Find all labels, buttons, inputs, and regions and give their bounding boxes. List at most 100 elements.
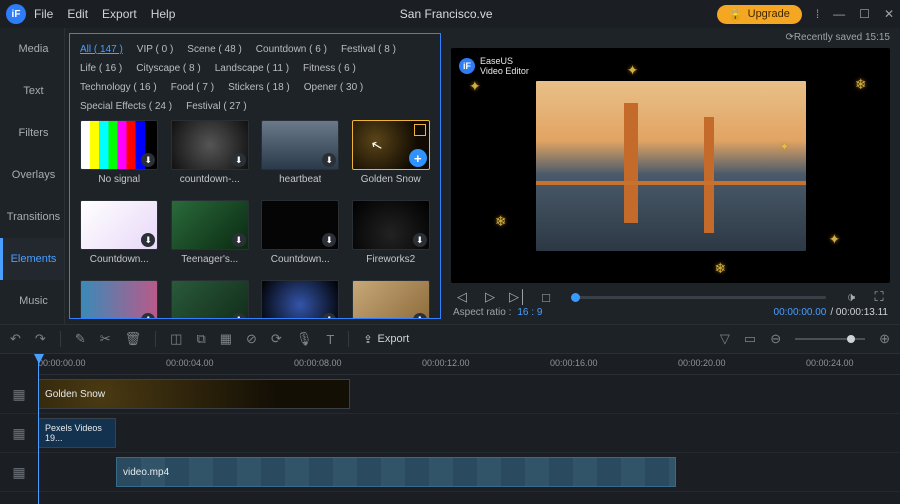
category-fitness[interactable]: Fitness ( 6 ) (303, 61, 356, 76)
thumb-countdown-[interactable]: ⬇Countdown... (78, 200, 161, 276)
category-life[interactable]: Life ( 16 ) (80, 61, 122, 76)
sidetab-media[interactable]: Media (0, 28, 64, 70)
rotate-icon[interactable]: ⟳ (271, 331, 282, 347)
ruler-tick: 00:00:12.00 (422, 358, 470, 368)
download-icon[interactable]: ⬇ (322, 153, 336, 167)
download-icon[interactable]: ⬇ (322, 233, 336, 247)
download-icon[interactable]: ⬇ (141, 313, 155, 318)
category-vip[interactable]: VIP ( 0 ) (137, 42, 174, 57)
fit-icon[interactable]: ▭ (744, 331, 756, 347)
export-button[interactable]: ⇪Export (363, 333, 409, 346)
thumb-label: Golden Snow (361, 174, 421, 185)
category-countdown[interactable]: Countdown ( 6 ) (256, 42, 327, 57)
seek-bar[interactable] (571, 296, 826, 299)
track-elements[interactable]: ▦ Golden Snow (0, 375, 900, 414)
prev-frame-icon[interactable]: ◁ (453, 289, 471, 305)
thumb-item-10[interactable]: ⬇ (259, 280, 342, 318)
zoom-slider[interactable] (795, 338, 865, 340)
split-icon[interactable]: ⧉ (196, 331, 205, 347)
sidetab-overlays[interactable]: Overlays (0, 154, 64, 196)
next-frame-icon[interactable]: ▷│ (509, 289, 527, 305)
category-cityscape[interactable]: Cityscape ( 8 ) (136, 61, 200, 76)
download-icon[interactable]: ⬇ (232, 233, 246, 247)
undo-icon[interactable]: ↶ (10, 331, 21, 347)
category-all[interactable]: All ( 147 ) (80, 42, 123, 57)
track-overlay[interactable]: ▦ Pexels Videos 19... (0, 414, 900, 453)
crop-icon[interactable]: ◫ (170, 331, 182, 347)
category-scene[interactable]: Scene ( 48 ) (187, 42, 241, 57)
stop-icon[interactable]: □ (537, 290, 555, 305)
sidetab-elements[interactable]: Elements (0, 238, 64, 280)
download-icon[interactable]: ⬇ (232, 153, 246, 167)
category-stickers[interactable]: Stickers ( 18 ) (228, 80, 290, 95)
download-icon[interactable]: ⬇ (141, 153, 155, 167)
mosaic-icon[interactable]: ▦ (220, 331, 232, 347)
menu-export[interactable]: Export (102, 7, 137, 21)
watermark: iF EaseUSVideo Editor (459, 56, 529, 76)
minimize-icon[interactable]: — (833, 7, 845, 21)
maximize-icon[interactable]: ☐ (859, 7, 870, 21)
category-technology[interactable]: Technology ( 16 ) (80, 80, 157, 95)
ruler-tick: 00:00:00.00 (38, 358, 86, 368)
sidetab-text[interactable]: Text (0, 70, 64, 112)
time-ruler[interactable]: 00:00:00.0000:00:04.0000:00:08.0000:00:1… (38, 354, 900, 375)
redo-icon[interactable]: ↷ (35, 331, 46, 347)
aspect-value[interactable]: 16 : 9 (517, 307, 542, 318)
text-icon[interactable]: T (326, 332, 334, 347)
download-icon[interactable]: ⬇ (141, 233, 155, 247)
export-label: Export (378, 333, 410, 345)
thumb-fireworks2[interactable]: ⬇Fireworks2 (350, 200, 433, 276)
download-icon[interactable]: ⬇ (232, 313, 246, 318)
track-video[interactable]: ▦ video.mp4 (0, 453, 900, 492)
category-special-effects[interactable]: Special Effects ( 24 ) (80, 99, 172, 114)
marker-icon[interactable]: ▽ (720, 331, 730, 347)
download-icon[interactable]: ⬇ (413, 233, 427, 247)
category-festival[interactable]: Festival ( 27 ) (186, 99, 247, 114)
play-icon[interactable]: ▷ (481, 289, 499, 305)
menu-file[interactable]: File (34, 7, 53, 21)
thumb-countdown-[interactable]: ⬇Countdown... (259, 200, 342, 276)
sidetab-music[interactable]: Music (0, 280, 64, 322)
upgrade-button[interactable]: 🔒 Upgrade (717, 5, 802, 24)
thumb-teenager-s-[interactable]: ⬇Teenager's... (169, 200, 252, 276)
ruler-tick: 00:00:20.00 (678, 358, 726, 368)
menu-help[interactable]: Help (151, 7, 176, 21)
voice-icon[interactable]: 🎙 (296, 331, 313, 347)
ruler-tick: 00:00:08.00 (294, 358, 342, 368)
sidetab-transitions[interactable]: Transitions (0, 196, 64, 238)
clip-video[interactable]: video.mp4 (116, 457, 676, 487)
timeline-toolbar: ↶ ↷ ✎ ✂ 🗑 ◫ ⧉ ▦ ⊘ ⟳ 🎙 T ⇪Export ▽ ▭ ⊖ ⊕ (0, 324, 900, 354)
download-icon[interactable]: ⬇ (322, 313, 336, 318)
thumb-no-signal[interactable]: ⬇No signal (78, 120, 161, 196)
speed-icon[interactable]: ⊘ (246, 331, 257, 347)
cut-icon[interactable]: ✂ (100, 331, 111, 347)
fullscreen-icon[interactable]: ⛶ (870, 289, 888, 305)
menu-edit[interactable]: Edit (67, 7, 88, 21)
thumb-item-9[interactable]: ⬇ (169, 280, 252, 318)
delete-icon[interactable]: 🗑 (125, 331, 142, 347)
add-to-timeline-icon[interactable]: + (409, 149, 427, 167)
playhead[interactable] (38, 354, 39, 504)
category-opener[interactable]: Opener ( 30 ) (304, 80, 363, 95)
category-food[interactable]: Food ( 7 ) (171, 80, 214, 95)
sidetab-filters[interactable]: Filters (0, 112, 64, 154)
video-preview[interactable]: iF EaseUSVideo Editor ✦ ❄ ❄ ✦ ❄ ✦ ✦ (451, 48, 890, 283)
preview-panel: ⟳Recently saved 15:15 iF EaseUSVideo Edi… (445, 28, 900, 324)
category-landscape[interactable]: Landscape ( 11 ) (215, 61, 289, 76)
clip-golden-snow[interactable]: Golden Snow (38, 379, 350, 409)
thumb-countdown-[interactable]: ⬇countdown-... (169, 120, 252, 196)
close-icon[interactable]: ✕ (884, 7, 894, 21)
clip-pexels[interactable]: Pexels Videos 19... (38, 418, 116, 448)
thumb-heartbeat[interactable]: ⬇heartbeat (259, 120, 342, 196)
edit-icon[interactable]: ✎ (75, 331, 86, 347)
settings-icon[interactable]: ⁞ (816, 7, 819, 21)
volume-icon[interactable]: 🕩 (842, 289, 860, 305)
category-festival[interactable]: Festival ( 8 ) (341, 42, 396, 57)
zoom-in-icon[interactable]: ⊕ (879, 331, 890, 347)
thumb-item-11[interactable]: ⬇ (350, 280, 433, 318)
thumbnail-grid: ⬇No signal⬇countdown-...⬇heartbeat↖+Gold… (70, 118, 440, 318)
download-icon[interactable]: ⬇ (413, 313, 427, 318)
thumb-item-8[interactable]: ⬇ (78, 280, 161, 318)
thumb-golden-snow[interactable]: ↖+Golden Snow (350, 120, 433, 196)
zoom-out-icon[interactable]: ⊖ (770, 331, 781, 347)
